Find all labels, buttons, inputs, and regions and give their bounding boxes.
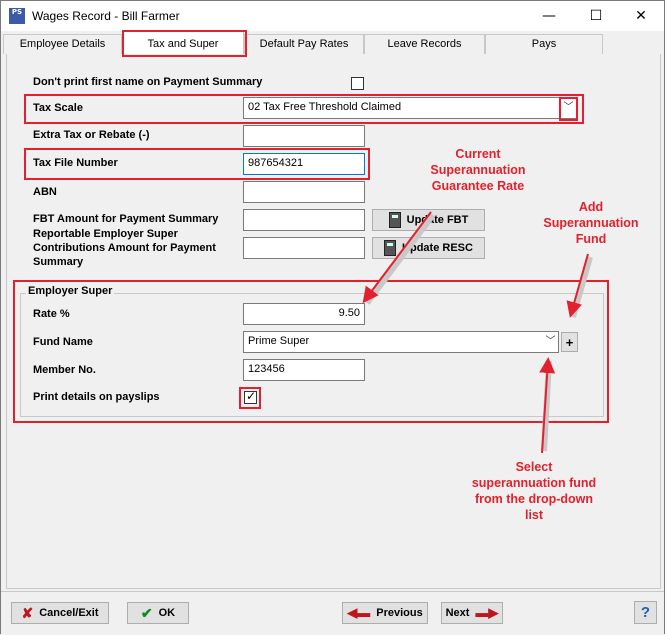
next-button[interactable]: Next ▬▶ [441,602,503,624]
arrow-right-icon: ▬▶ [475,605,499,620]
annotation-line: from the drop-down [474,492,594,506]
previous-label: Previous [376,607,423,619]
wages-record-window: PS Wages Record - Bill Farmer — ☐ ✕ Empl… [0,0,665,634]
ok-label: OK [158,607,176,619]
next-label: Next [445,607,470,619]
annotation-arrows [362,211,593,454]
annotation-current-rate: Current Superannuation Guarantee Rate [408,146,548,194]
cancel-exit-label: Cancel/Exit [39,607,99,619]
previous-button[interactable]: ◀▬ Previous [342,602,428,624]
annotation-line: Add [578,200,604,214]
annotation-line: Select [515,460,553,474]
cancel-exit-button[interactable]: ✘ Cancel/Exit [11,602,109,624]
annotation-line: Current [455,147,501,161]
annotation-line: Fund [575,232,607,246]
annotation-select-fund: Select superannuation fund from the drop… [459,459,609,523]
annotation-line: list [524,508,544,522]
annotation-add-fund: Add Superannuation Fund [521,199,661,247]
annotation-line: superannuation fund [471,476,597,490]
annotation-line: Guarantee Rate [431,179,525,193]
ok-button[interactable]: ✔ OK [127,602,189,624]
help-button[interactable]: ? [634,601,657,624]
annotation-line: Superannuation [543,216,639,230]
cancel-x-icon: ✘ [21,604,34,621]
arrow-left-icon: ◀▬ [347,605,371,620]
annotation-line: Superannuation [430,163,526,177]
checkmark-icon: ✔ [140,604,153,621]
